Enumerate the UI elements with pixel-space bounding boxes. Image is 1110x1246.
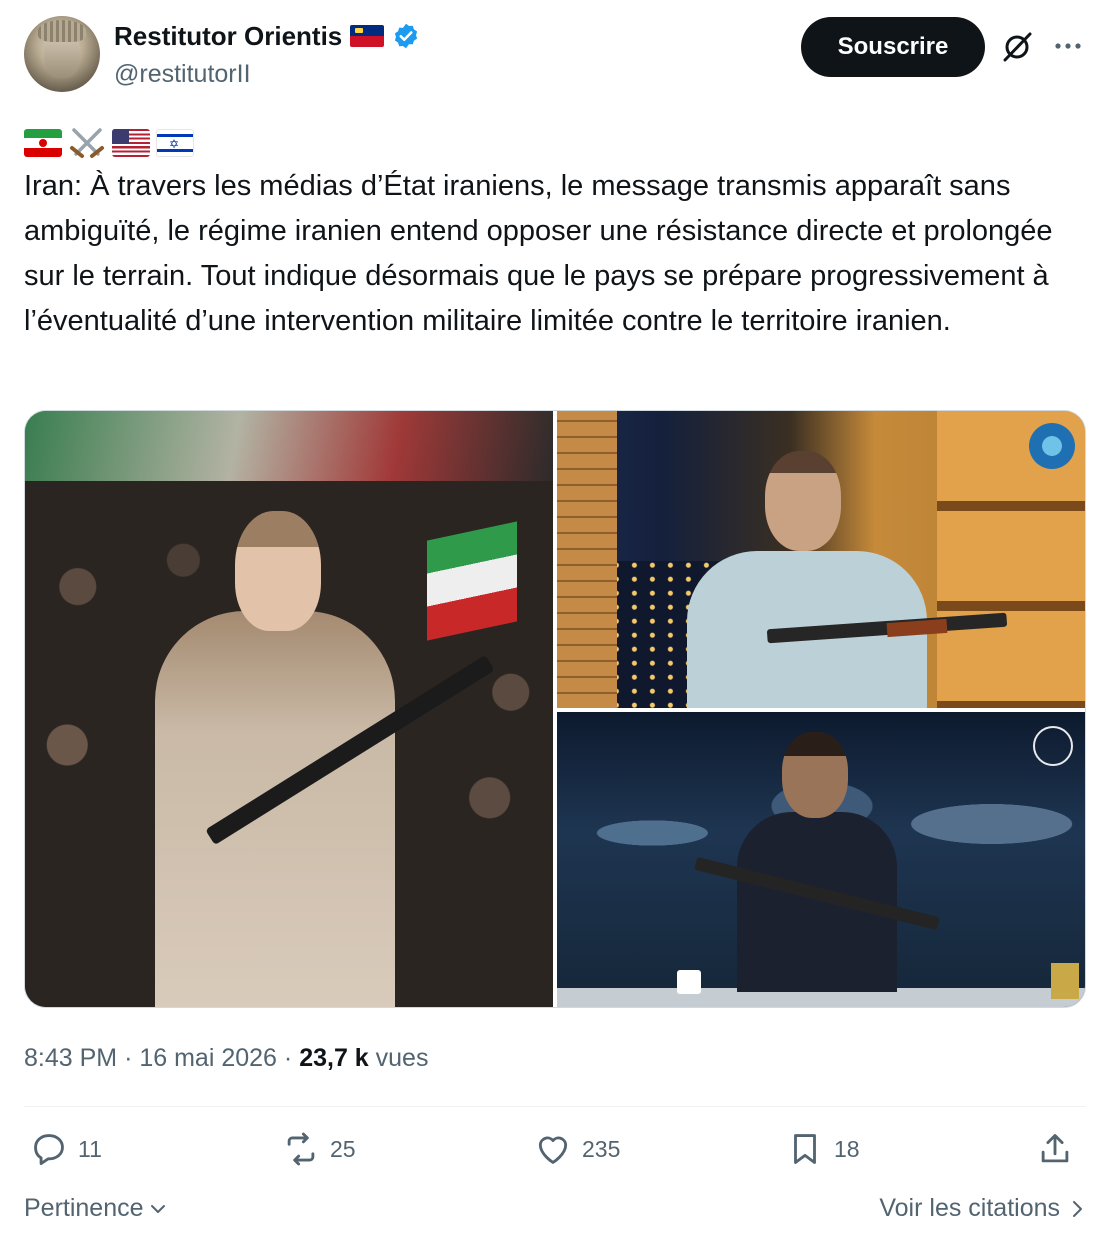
tweet-date[interactable]: 16 mai 2026	[139, 1044, 277, 1072]
views-label: vues	[375, 1044, 429, 1072]
grok-icon[interactable]	[1000, 30, 1034, 64]
iran-flag-icon	[24, 129, 62, 157]
photo-woman-with-rifle[interactable]	[25, 411, 553, 1007]
usa-flag-icon	[112, 129, 150, 157]
views-count: 23,7 k	[299, 1044, 369, 1072]
bookmark-button[interactable]: 18	[786, 1130, 860, 1168]
like-button[interactable]: 235	[534, 1130, 620, 1168]
view-quotes-link[interactable]: Voir les citations	[879, 1194, 1086, 1223]
subscribe-button[interactable]: Souscrire	[801, 17, 985, 77]
share-icon	[1041, 1134, 1069, 1163]
repost-button[interactable]: 25	[282, 1130, 356, 1168]
verified-badge-icon[interactable]	[392, 22, 420, 50]
meta-separator: ·	[283, 1044, 293, 1072]
like-count: 235	[582, 1135, 621, 1162]
reply-icon	[34, 1134, 64, 1165]
bookmark-icon	[794, 1134, 816, 1164]
avatar[interactable]	[24, 16, 100, 92]
photo-presenter-with-rifle[interactable]	[557, 411, 1085, 708]
handle[interactable]: @restitutorII	[114, 58, 251, 90]
name-row: Restitutor Orientis	[114, 20, 420, 52]
bookmark-count: 18	[834, 1135, 860, 1162]
crossed-swords-icon	[70, 128, 104, 158]
tweet-meta: 8:43 PM · 16 mai 2026 · 23,7 k vues	[24, 1040, 428, 1076]
emoji-row: ✡	[24, 124, 194, 162]
quotes-label: Voir les citations	[879, 1194, 1060, 1222]
share-button[interactable]	[1036, 1130, 1074, 1168]
sort-label: Pertinence	[24, 1194, 144, 1222]
chevron-right-icon	[1073, 1200, 1082, 1217]
divider	[24, 1106, 1086, 1107]
sort-dropdown[interactable]: Pertinence	[24, 1194, 168, 1223]
reply-button[interactable]: 11	[30, 1130, 102, 1168]
tweet-text: Iran: À travers les médias d’État iranie…	[24, 170, 1053, 337]
israel-flag-icon: ✡	[156, 129, 194, 157]
chevron-down-icon	[150, 1204, 165, 1213]
repost-icon	[287, 1132, 315, 1166]
photo-anchor-with-rifle[interactable]	[557, 712, 1085, 1007]
display-name[interactable]: Restitutor Orientis	[114, 20, 342, 52]
repost-count: 25	[330, 1135, 356, 1162]
tweet-header: Restitutor Orientis @restitutorII Souscr…	[24, 16, 1086, 96]
media-grid	[24, 410, 1086, 1008]
heart-icon	[538, 1136, 568, 1164]
liechtenstein-flag-icon	[350, 25, 385, 47]
reply-count: 11	[78, 1135, 102, 1162]
meta-separator: ·	[124, 1044, 133, 1072]
more-icon[interactable]	[1050, 34, 1086, 58]
tweet-time[interactable]: 8:43 PM	[24, 1044, 117, 1072]
